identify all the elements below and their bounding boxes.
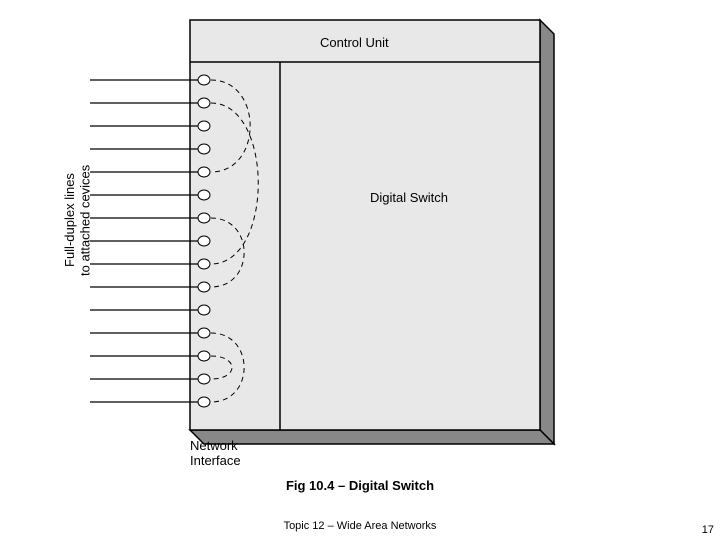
slide: Full-duplex lines to attached cevices Co… <box>0 0 720 540</box>
diagram-svg <box>0 0 720 540</box>
control-unit-label: Control Unit <box>320 35 389 50</box>
page-number: 17 <box>702 524 714 536</box>
side-label-line2: to attached cevices <box>78 164 93 275</box>
network-interface-label: Network Interface <box>190 438 241 468</box>
digital-switch-label: Digital Switch <box>370 190 448 205</box>
figure-caption: Fig 10.4 – Digital Switch <box>0 478 720 493</box>
footer-text: Topic 12 – Wide Area Networks <box>0 520 720 532</box>
side-label-line1: Full-duplex lines <box>62 173 77 267</box>
side-label: Full-duplex lines to attached cevices <box>62 120 93 320</box>
